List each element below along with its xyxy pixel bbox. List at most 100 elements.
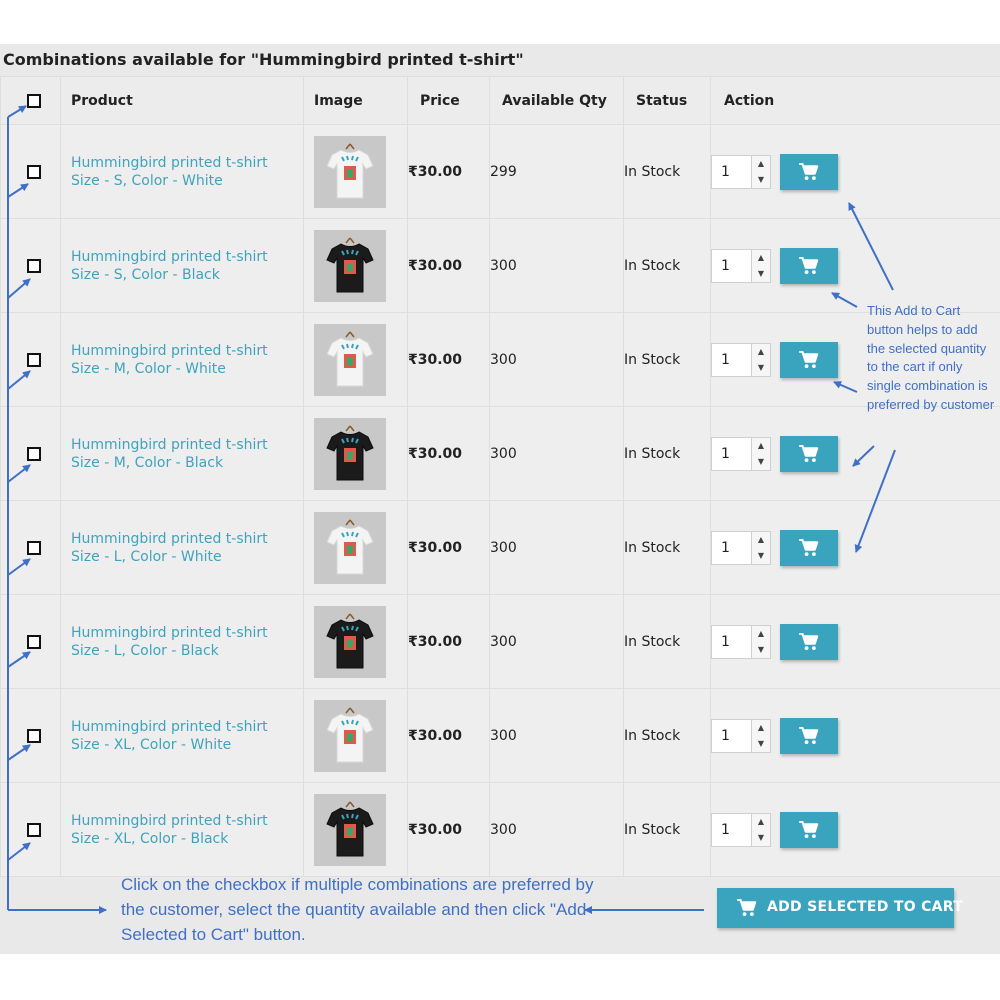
spin-up-icon[interactable]: ▲	[751, 155, 770, 173]
product-cell: Hummingbird printed t-shirt Size - M, Col…	[60, 312, 304, 407]
quantity-stepper[interactable]: 1 ▲ ▼	[711, 436, 771, 471]
product-image[interactable]	[314, 135, 386, 208]
stock-status: In Stock	[623, 406, 711, 501]
price: ₹30.00	[407, 594, 490, 689]
product-image[interactable]	[314, 323, 386, 396]
quantity-value[interactable]: 1	[721, 728, 730, 744]
table-row: Hummingbird printed t-shirt Size - XL, Co…	[0, 688, 1000, 783]
product-cell: Hummingbird printed t-shirt Size - XL, Co…	[60, 782, 304, 877]
product-image[interactable]	[314, 511, 386, 584]
add-selected-to-cart-button[interactable]: ADD SELECTED TO CART	[717, 888, 963, 928]
product-name-link[interactable]: Hummingbird printed t-shirt	[71, 342, 303, 360]
add-to-cart-button[interactable]	[780, 811, 838, 848]
product-variant-link[interactable]: Size - S, Color - Black	[71, 266, 303, 284]
spin-down-icon[interactable]: ▼	[751, 735, 770, 752]
product-image[interactable]	[314, 417, 386, 490]
select-all-checkbox[interactable]	[27, 93, 41, 108]
product-variant-link[interactable]: Size - L, Color - Black	[71, 642, 303, 660]
add-to-cart-button[interactable]	[780, 247, 838, 284]
quantity-value[interactable]: 1	[721, 446, 730, 462]
product-variant-link[interactable]: Size - XL, Color - White	[71, 736, 303, 754]
spin-up-icon[interactable]: ▲	[751, 531, 770, 549]
spin-down-icon[interactable]: ▼	[751, 265, 770, 282]
quantity-value[interactable]: 1	[721, 822, 730, 838]
quantity-stepper[interactable]: 1 ▲ ▼	[711, 342, 771, 377]
add-to-cart-button[interactable]	[780, 529, 838, 566]
product-image[interactable]	[314, 605, 386, 678]
spin-up-icon[interactable]: ▲	[751, 343, 770, 361]
cart-icon	[799, 444, 819, 462]
product-name-link[interactable]: Hummingbird printed t-shirt	[71, 248, 303, 266]
column-header: Action	[710, 76, 1000, 125]
row-checkbox[interactable]	[27, 258, 41, 273]
image-cell	[303, 124, 408, 219]
add-to-cart-button[interactable]	[780, 153, 838, 190]
quantity-value[interactable]: 1	[721, 634, 730, 650]
row-checkbox[interactable]	[27, 446, 41, 461]
spin-down-icon[interactable]: ▼	[751, 453, 770, 470]
select-cell	[0, 218, 61, 313]
quantity-stepper[interactable]: 1 ▲ ▼	[711, 718, 771, 753]
cart-icon	[799, 350, 819, 368]
product-variant-link[interactable]: Size - XL, Color - Black	[71, 830, 303, 848]
spin-up-icon[interactable]: ▲	[751, 813, 770, 831]
product-name-link[interactable]: Hummingbird printed t-shirt	[71, 530, 303, 548]
product-cell: Hummingbird printed t-shirt Size - L, Col…	[60, 500, 304, 595]
add-to-cart-button[interactable]	[780, 623, 838, 660]
product-cell: Hummingbird printed t-shirt Size - XL, Co…	[60, 688, 304, 783]
product-name-link[interactable]: Hummingbird printed t-shirt	[71, 812, 303, 830]
spin-down-icon[interactable]: ▼	[751, 359, 770, 376]
quantity-stepper[interactable]: 1 ▲ ▼	[711, 530, 771, 565]
quantity-stepper[interactable]: 1 ▲ ▼	[711, 154, 771, 189]
table-row: Hummingbird printed t-shirt Size - S, Col…	[0, 218, 1000, 313]
product-variant-link[interactable]: Size - M, Color - Black	[71, 454, 303, 472]
product-name-link[interactable]: Hummingbird printed t-shirt	[71, 436, 303, 454]
product-name-link[interactable]: Hummingbird printed t-shirt	[71, 718, 303, 736]
action-cell: 1 ▲ ▼	[710, 782, 1000, 877]
row-checkbox[interactable]	[27, 164, 41, 179]
spin-down-icon[interactable]: ▼	[751, 829, 770, 846]
spin-up-icon[interactable]: ▲	[751, 437, 770, 455]
quantity-stepper[interactable]: 1 ▲ ▼	[711, 248, 771, 283]
product-cell: Hummingbird printed t-shirt Size - L, Col…	[60, 594, 304, 689]
row-checkbox[interactable]	[27, 540, 41, 555]
product-image[interactable]	[314, 699, 386, 772]
spin-down-icon[interactable]: ▼	[751, 547, 770, 564]
product-name-link[interactable]: Hummingbird printed t-shirt	[71, 624, 303, 642]
quantity-stepper[interactable]: 1 ▲ ▼	[711, 624, 771, 659]
product-name-link[interactable]: Hummingbird printed t-shirt	[71, 154, 303, 172]
stock-status: In Stock	[623, 500, 711, 595]
add-to-cart-button[interactable]	[780, 717, 838, 754]
action-cell: 1 ▲ ▼	[710, 218, 1000, 313]
table-header: Product Image Price Available Qty Status…	[0, 76, 1000, 125]
product-variant-link[interactable]: Size - M, Color - White	[71, 360, 303, 378]
product-image[interactable]	[314, 229, 386, 302]
add-to-cart-button[interactable]	[780, 435, 838, 472]
row-checkbox[interactable]	[27, 634, 41, 649]
add-to-cart-button[interactable]	[780, 341, 838, 378]
row-checkbox[interactable]	[27, 822, 41, 837]
price: ₹30.00	[407, 406, 490, 501]
quantity-value[interactable]: 1	[721, 540, 730, 556]
spin-down-icon[interactable]: ▼	[751, 641, 770, 658]
spin-up-icon[interactable]: ▲	[751, 625, 770, 643]
spin-up-icon[interactable]: ▲	[751, 249, 770, 267]
product-image[interactable]	[314, 793, 386, 866]
row-checkbox[interactable]	[27, 728, 41, 743]
tshirt-icon	[326, 143, 374, 198]
quantity-value[interactable]: 1	[721, 352, 730, 368]
quantity-stepper[interactable]: 1 ▲ ▼	[711, 812, 771, 847]
quantity-value[interactable]: 1	[721, 258, 730, 274]
action-cell: 1 ▲ ▼	[710, 406, 1000, 501]
quantity-value[interactable]: 1	[721, 164, 730, 180]
spin-up-icon[interactable]: ▲	[751, 719, 770, 737]
product-variant-link[interactable]: Size - S, Color - White	[71, 172, 303, 190]
row-checkbox[interactable]	[27, 352, 41, 367]
cart-icon	[799, 632, 819, 650]
product-variant-link[interactable]: Size - L, Color - White	[71, 548, 303, 566]
cart-icon	[799, 726, 819, 744]
column-header: Price	[407, 76, 490, 125]
tshirt-icon	[326, 801, 374, 856]
spin-down-icon[interactable]: ▼	[751, 171, 770, 188]
tshirt-icon	[326, 519, 374, 574]
